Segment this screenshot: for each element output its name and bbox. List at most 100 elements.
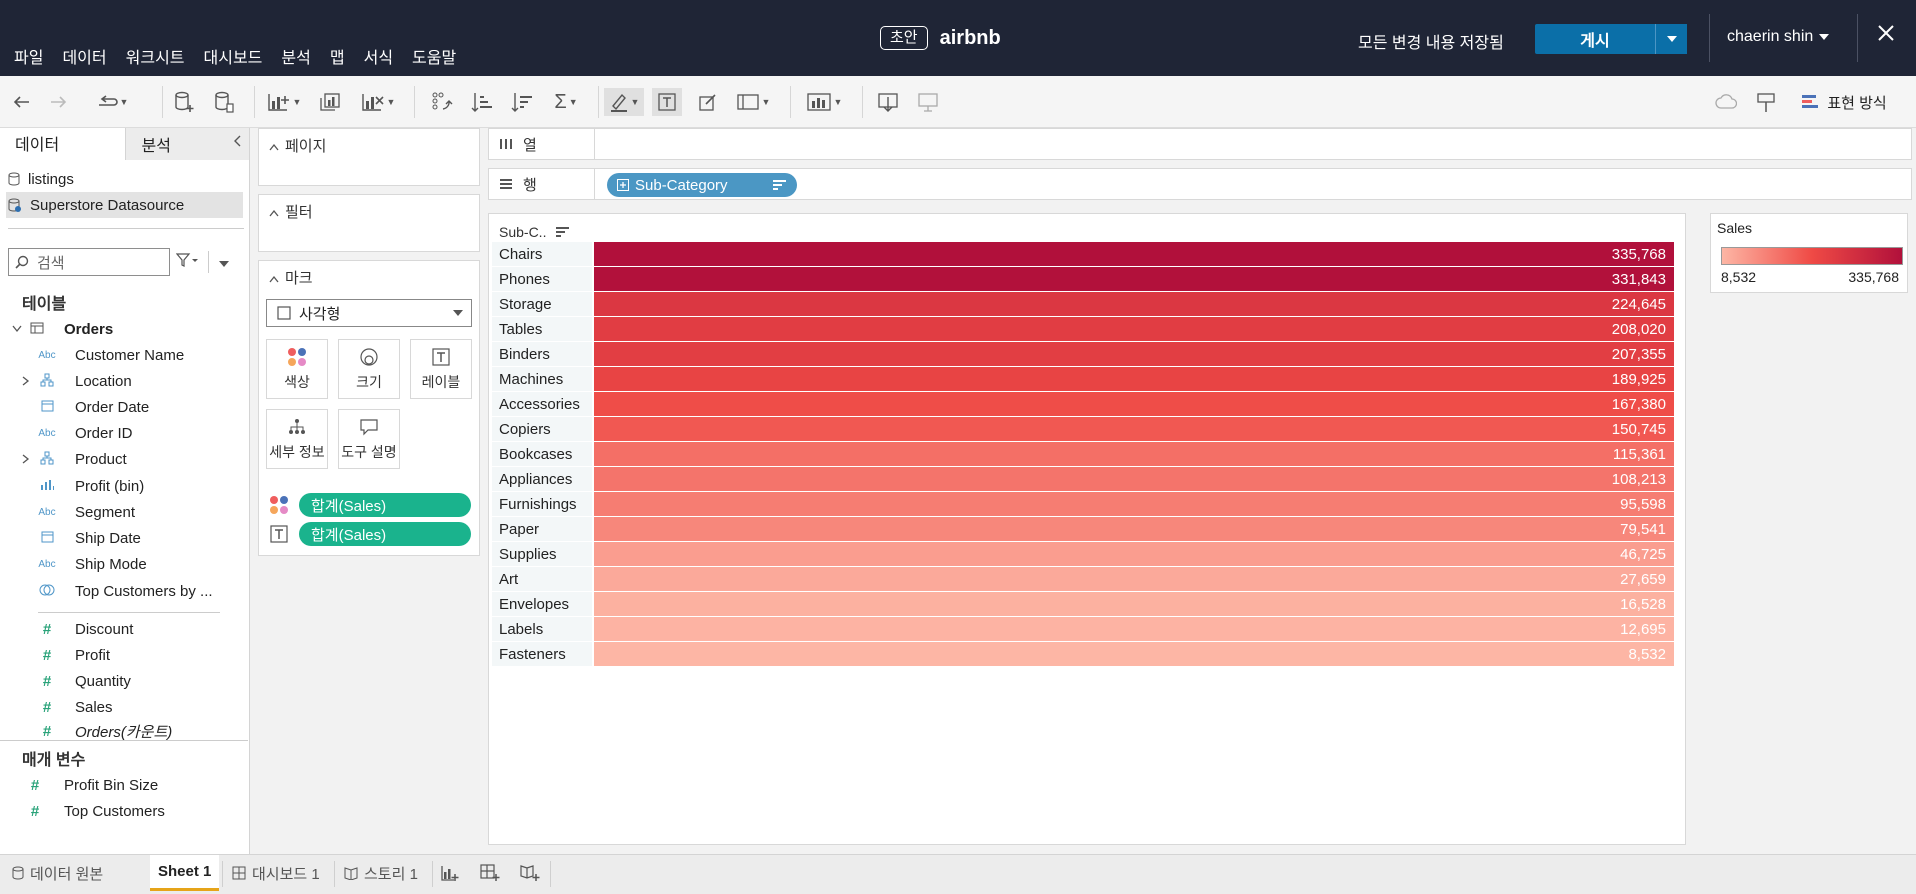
table-cell[interactable]: 331,843 <box>594 267 1674 291</box>
table-row[interactable]: Paper 79,541 <box>492 516 1674 541</box>
field-sales[interactable]: # Sales <box>0 696 248 718</box>
field-segment[interactable]: Abc Segment <box>0 501 248 523</box>
pause-updates-icon[interactable] <box>210 88 238 116</box>
row-label[interactable]: Supplies <box>492 542 592 566</box>
chevron-right-icon[interactable] <box>22 373 30 389</box>
publish-dropdown-button[interactable] <box>1655 24 1687 54</box>
field-profit[interactable]: # Profit <box>0 644 248 666</box>
row-label[interactable]: Labels <box>492 617 592 641</box>
user-menu[interactable]: chaerin shin <box>1727 28 1830 46</box>
field-location[interactable]: Location <box>0 370 248 392</box>
table-row[interactable]: Art 27,659 <box>492 566 1674 591</box>
param-profit-bin-size[interactable]: # Profit Bin Size <box>0 774 248 796</box>
size-button[interactable]: 크기 <box>338 339 400 399</box>
clear-sheet-icon[interactable]: ▼ <box>358 88 398 116</box>
table-row[interactable]: Furnishings 95,598 <box>492 491 1674 516</box>
table-cell[interactable]: 335,768 <box>594 242 1674 266</box>
field-discount[interactable]: # Discount <box>0 618 248 640</box>
format-workbook-icon[interactable] <box>694 88 722 116</box>
download-icon[interactable] <box>874 88 902 116</box>
table-row[interactable]: Storage 224,645 <box>492 291 1674 316</box>
undo-icon[interactable] <box>8 88 34 116</box>
row-header[interactable]: Sub-C.. <box>499 224 570 240</box>
chevron-right-icon[interactable] <box>22 451 30 467</box>
table-row[interactable]: Chairs 335,768 <box>492 241 1674 266</box>
table-cell[interactable]: 150,745 <box>594 417 1674 441</box>
collapse-pane-icon[interactable] <box>233 134 241 152</box>
field-customer-name[interactable]: Abc Customer Name <box>0 344 248 366</box>
show-me-button[interactable]: 표현 방식 <box>1794 88 1894 116</box>
table-row[interactable]: Appliances 108,213 <box>492 466 1674 491</box>
search-input[interactable]: 검색 <box>8 248 170 276</box>
table-cell[interactable]: 46,725 <box>594 542 1674 566</box>
filters-card[interactable]: 필터 <box>258 194 480 252</box>
table-cell[interactable]: 79,541 <box>594 517 1674 541</box>
table-cell[interactable]: 108,213 <box>594 467 1674 491</box>
table-cell[interactable]: 207,355 <box>594 342 1674 366</box>
new-worksheet-tab-icon[interactable] <box>440 855 460 891</box>
replay-icon[interactable]: ▼ <box>86 88 138 116</box>
table-row[interactable]: Binders 207,355 <box>492 341 1674 366</box>
field-order-id[interactable]: Abc Order ID <box>0 422 248 444</box>
color-button[interactable]: 색상 <box>266 339 328 399</box>
detail-button[interactable]: 세부 정보 <box>266 409 328 469</box>
table-row[interactable]: Accessories 167,380 <box>492 391 1674 416</box>
mark-type-select[interactable]: 사각형 <box>266 299 472 327</box>
field-ship-mode[interactable]: Abc Ship Mode <box>0 553 248 575</box>
fit-icon[interactable]: ▼ <box>732 88 774 116</box>
new-worksheet-icon[interactable]: ▼ <box>266 88 302 116</box>
tab-data-source[interactable]: 데이터 원본 <box>12 855 103 891</box>
table-cell[interactable]: 12,695 <box>594 617 1674 641</box>
sort-ascending-icon[interactable] <box>468 88 496 116</box>
new-dashboard-tab-icon[interactable] <box>480 855 500 891</box>
table-row[interactable]: Envelopes 16,528 <box>492 591 1674 616</box>
row-label[interactable]: Machines <box>492 367 592 391</box>
row-label[interactable]: Envelopes <box>492 592 592 616</box>
table-cell[interactable]: 27,659 <box>594 567 1674 591</box>
table-cell[interactable]: 16,528 <box>594 592 1674 616</box>
label-pill-sum-sales[interactable]: 합계(Sales) <box>299 522 471 546</box>
workbook-title[interactable]: airbnb <box>940 27 1001 50</box>
table-row[interactable]: Bookcases 115,361 <box>492 441 1674 466</box>
presentation-mode-icon[interactable] <box>914 88 942 116</box>
label-button[interactable]: 레이블 <box>410 339 472 399</box>
rows-shelf[interactable]: 행 Sub-Category <box>488 168 1912 200</box>
swap-rows-columns-icon[interactable] <box>428 88 456 116</box>
fix-axes-icon[interactable]: ▼ <box>802 88 846 116</box>
table-row[interactable]: Supplies 46,725 <box>492 541 1674 566</box>
sort-icon[interactable] <box>556 226 570 238</box>
tab-sheet-1[interactable]: Sheet 1 <box>150 855 220 891</box>
row-label[interactable]: Tables <box>492 317 592 341</box>
table-row[interactable]: Phones 331,843 <box>492 266 1674 291</box>
close-icon[interactable] <box>1878 20 1894 48</box>
field-quantity[interactable]: # Quantity <box>0 670 248 692</box>
cloud-icon[interactable] <box>1712 88 1740 116</box>
expand-plus-icon[interactable] <box>617 179 629 191</box>
field-product[interactable]: Product <box>0 448 248 470</box>
row-label[interactable]: Storage <box>492 292 592 316</box>
redo-icon[interactable] <box>46 88 72 116</box>
datasource-item[interactable]: listings <box>0 166 249 192</box>
tab-data[interactable]: 데이터 <box>0 128 125 160</box>
field-ship-date[interactable]: Ship Date <box>0 527 248 549</box>
table-row[interactable]: Tables 208,020 <box>492 316 1674 341</box>
row-label[interactable]: Accessories <box>492 392 592 416</box>
sort-descending-icon[interactable] <box>508 88 536 116</box>
table-row[interactable]: Labels 12,695 <box>492 616 1674 641</box>
row-label[interactable]: Bookcases <box>492 442 592 466</box>
row-label[interactable]: Phones <box>492 267 592 291</box>
duplicate-sheet-icon[interactable] <box>316 88 344 116</box>
pane-menu-icon[interactable] <box>219 254 229 271</box>
table-cell[interactable]: 167,380 <box>594 392 1674 416</box>
table-orders[interactable]: Orders <box>0 318 248 340</box>
field-orders-count[interactable]: # Orders(카운트) <box>0 722 248 741</box>
menu-analysis[interactable]: 분석 <box>273 44 318 68</box>
field-top-customers-set[interactable]: Top Customers by ... <box>0 580 248 602</box>
table-cell[interactable]: 208,020 <box>594 317 1674 341</box>
menu-file[interactable]: 파일 <box>6 44 51 68</box>
tab-story-1[interactable]: 스토리 1 <box>344 855 418 891</box>
show-labels-icon[interactable] <box>652 88 682 116</box>
row-label[interactable]: Fasteners <box>492 642 592 666</box>
new-datasource-icon[interactable] <box>170 88 198 116</box>
highlight-icon[interactable]: ▼ <box>604 88 644 116</box>
